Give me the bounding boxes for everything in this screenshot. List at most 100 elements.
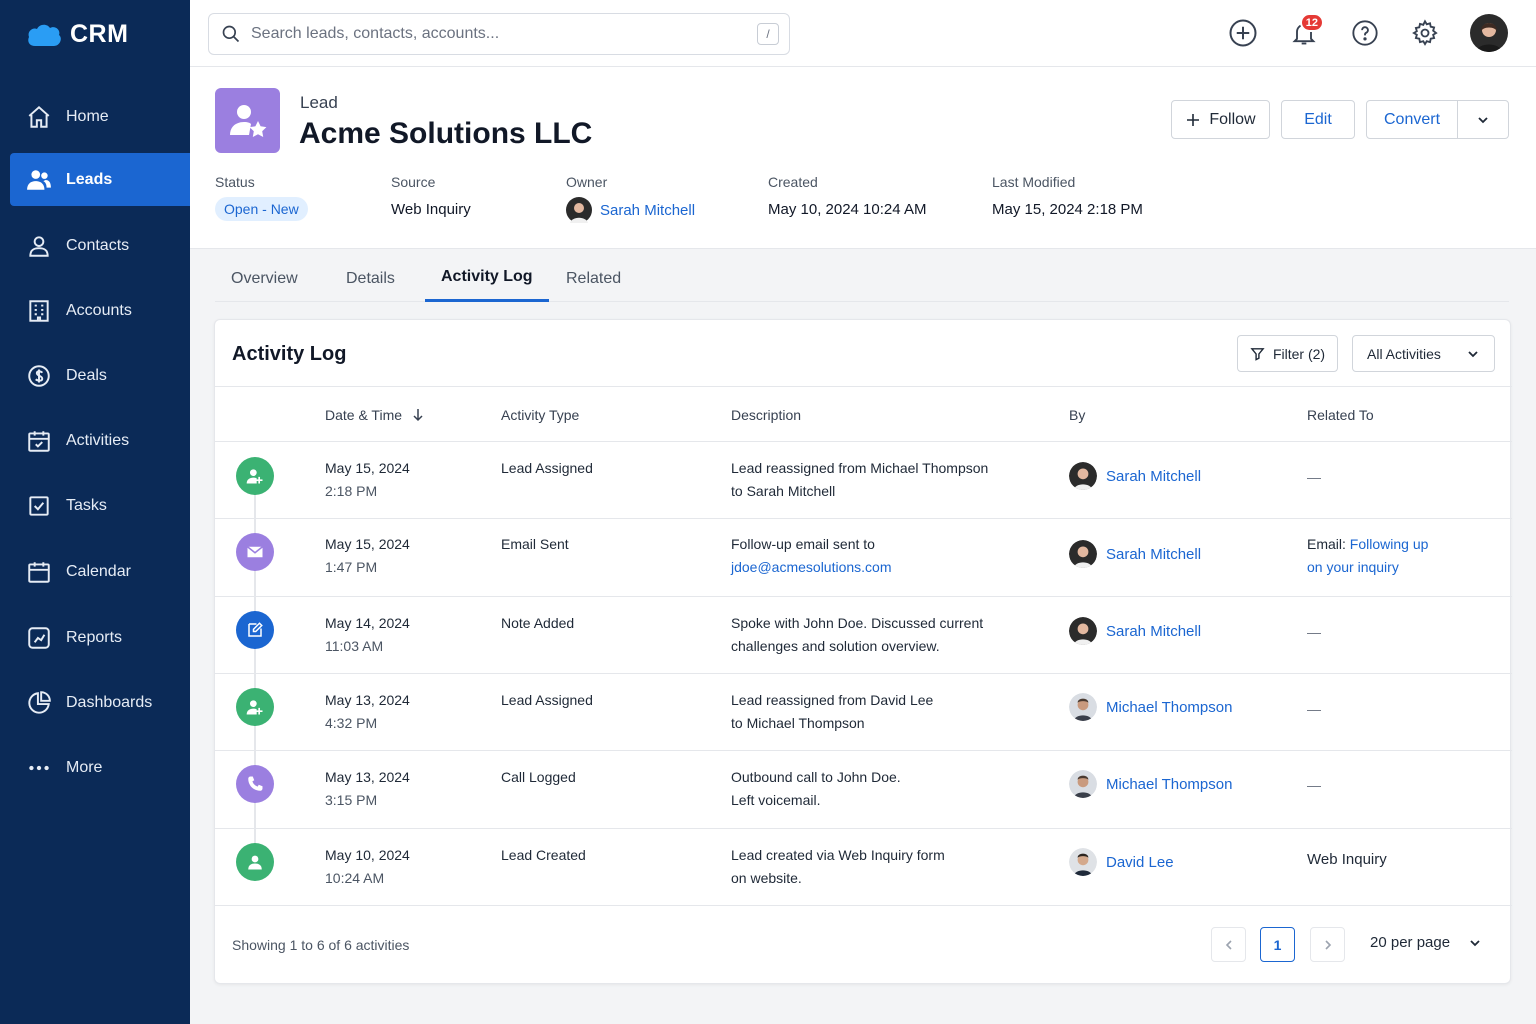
record-type: Lead: [300, 93, 338, 112]
row-by-link[interactable]: David Lee: [1106, 854, 1174, 871]
tab-activity-log[interactable]: Activity Log: [425, 255, 549, 302]
sidebar-item-label: Contacts: [66, 236, 130, 254]
app-name: CRM: [70, 20, 129, 48]
sidebar-item-home[interactable]: Home: [10, 90, 190, 143]
sort-down-icon: [413, 409, 423, 422]
home-icon: [28, 105, 50, 128]
cloud-icon: [28, 24, 61, 46]
page-button[interactable]: 1: [1260, 927, 1295, 962]
row-by-link[interactable]: Sarah Mitchell: [1106, 468, 1201, 485]
created-label: Created: [768, 174, 818, 190]
tab-bar: Overview Details Activity Log Related: [215, 255, 1509, 302]
row-datetime: May 14, 2024 11:03 AM: [325, 615, 410, 654]
tab-details[interactable]: Details: [330, 255, 411, 302]
help-icon: [1352, 20, 1378, 46]
contact-icon: [29, 235, 49, 257]
app-logo[interactable]: CRM: [26, 20, 128, 49]
row-type-badge: [236, 688, 274, 726]
activity-type-select[interactable]: All Activities: [1352, 335, 1495, 372]
sidebar-item-deals[interactable]: Deals: [10, 349, 190, 402]
chevron-right-icon: [1324, 939, 1331, 950]
column-type: Activity Type: [501, 407, 580, 423]
settings-button[interactable]: [1408, 16, 1442, 50]
row-by: Michael Thompson: [1069, 693, 1232, 721]
sidebar-item-more[interactable]: More: [10, 741, 190, 794]
row-related: —: [1307, 469, 1321, 485]
sidebar-item-contacts[interactable]: Contacts: [10, 219, 190, 272]
table-row: May 15, 2024 1:47 PM Email Sent Follow-up…: [215, 519, 1512, 597]
column-datetime[interactable]: Date & Time: [325, 407, 424, 423]
related-email-link[interactable]: on your inquiry: [1307, 556, 1428, 579]
select-value: All Activities: [1367, 345, 1441, 362]
row-by-link[interactable]: Sarah Mitchell: [1106, 546, 1201, 563]
related-email-link[interactable]: Following up: [1350, 536, 1429, 552]
tab-related[interactable]: Related: [550, 255, 637, 302]
sidebar-item-accounts[interactable]: Accounts: [10, 284, 190, 337]
row-by-link[interactable]: Sarah Mitchell: [1106, 623, 1201, 640]
sidebar-item-label: Accounts: [66, 301, 132, 319]
search-input[interactable]: [251, 25, 731, 43]
row-type-badge: [236, 765, 274, 803]
next-page-button[interactable]: [1310, 927, 1345, 962]
card-title: Activity Log: [232, 343, 347, 365]
page-title: Acme Solutions LLC: [299, 117, 593, 150]
row-datetime: May 10, 2024 10:24 AM: [325, 847, 410, 886]
topbar: / 12: [190, 0, 1536, 67]
sidebar-item-label: More: [66, 758, 103, 776]
owner-link[interactable]: Sarah Mitchell: [600, 202, 695, 219]
sidebar-item-tasks[interactable]: Tasks: [10, 479, 190, 532]
chevron-down-icon: [1478, 116, 1488, 123]
owner-avatar-icon: [566, 197, 592, 223]
row-by-link[interactable]: Michael Thompson: [1106, 699, 1232, 716]
chevron-left-icon: [1225, 939, 1232, 950]
per-page-select[interactable]: 20 per page: [1370, 934, 1482, 951]
row-by: Michael Thompson: [1069, 770, 1232, 798]
row-by-link[interactable]: Michael Thompson: [1106, 776, 1232, 793]
row-description: Lead reassigned from David Lee to Michael…: [731, 692, 934, 731]
column-related: Related To: [1307, 407, 1374, 423]
row-type-badge: [236, 533, 274, 571]
leads-icon: [27, 169, 51, 190]
filter-button[interactable]: Filter (2): [1237, 335, 1338, 372]
sidebar-item-label: Calendar: [66, 562, 131, 580]
owner: Sarah Mitchell: [566, 197, 695, 223]
calendar-icon: [28, 561, 50, 583]
convert-menu-button[interactable]: [1457, 100, 1509, 139]
follow-button[interactable]: Follow: [1171, 100, 1270, 139]
user-avatar[interactable]: [1470, 14, 1508, 52]
add-button[interactable]: [1226, 16, 1260, 50]
column-description: Description: [731, 407, 802, 423]
search-shortcut-hint: /: [757, 23, 779, 45]
per-page-value: 20 per page: [1370, 934, 1451, 951]
notification-badge: 12: [1299, 13, 1324, 32]
sidebar-item-dashboards[interactable]: Dashboards: [10, 676, 190, 729]
row-related: Web Inquiry: [1307, 851, 1387, 868]
email-link[interactable]: jdoe@acmesolutions.com: [731, 556, 892, 579]
row-by: Sarah Mitchell: [1069, 462, 1201, 490]
chevron-down-icon: [1468, 350, 1478, 357]
sidebar-item-reports[interactable]: Reports: [10, 611, 190, 664]
notifications-button[interactable]: 12: [1287, 13, 1324, 50]
sidebar-item-activities[interactable]: Activities: [10, 414, 190, 467]
sidebar-item-calendar[interactable]: Calendar: [10, 545, 190, 598]
user-icon: [248, 855, 262, 870]
sidebar-item-label: Activities: [66, 431, 130, 449]
sidebar-item-label: Deals: [66, 366, 107, 384]
michael-avatar: [1069, 693, 1097, 721]
convert-button[interactable]: Convert: [1366, 100, 1458, 139]
plus-icon: [1187, 113, 1200, 126]
edit-button[interactable]: Edit: [1281, 100, 1355, 139]
sidebar-item-leads[interactable]: Leads: [10, 153, 190, 206]
lead-avatar: [215, 88, 280, 153]
row-description: Lead reassigned from Michael Thompson to …: [731, 460, 989, 499]
row-type-badge: [236, 843, 274, 881]
sarah-avatar: [1069, 540, 1097, 568]
created-value: May 10, 2024 10:24 AM: [768, 201, 927, 218]
search-box[interactable]: /: [208, 13, 790, 55]
sidebar-item-label: Home: [66, 107, 109, 125]
row-datetime: May 13, 2024 3:15 PM: [325, 769, 410, 808]
prev-page-button[interactable]: [1211, 927, 1246, 962]
tab-overview[interactable]: Overview: [215, 255, 314, 302]
help-button[interactable]: [1348, 16, 1382, 50]
column-label: Date & Time: [325, 407, 403, 423]
